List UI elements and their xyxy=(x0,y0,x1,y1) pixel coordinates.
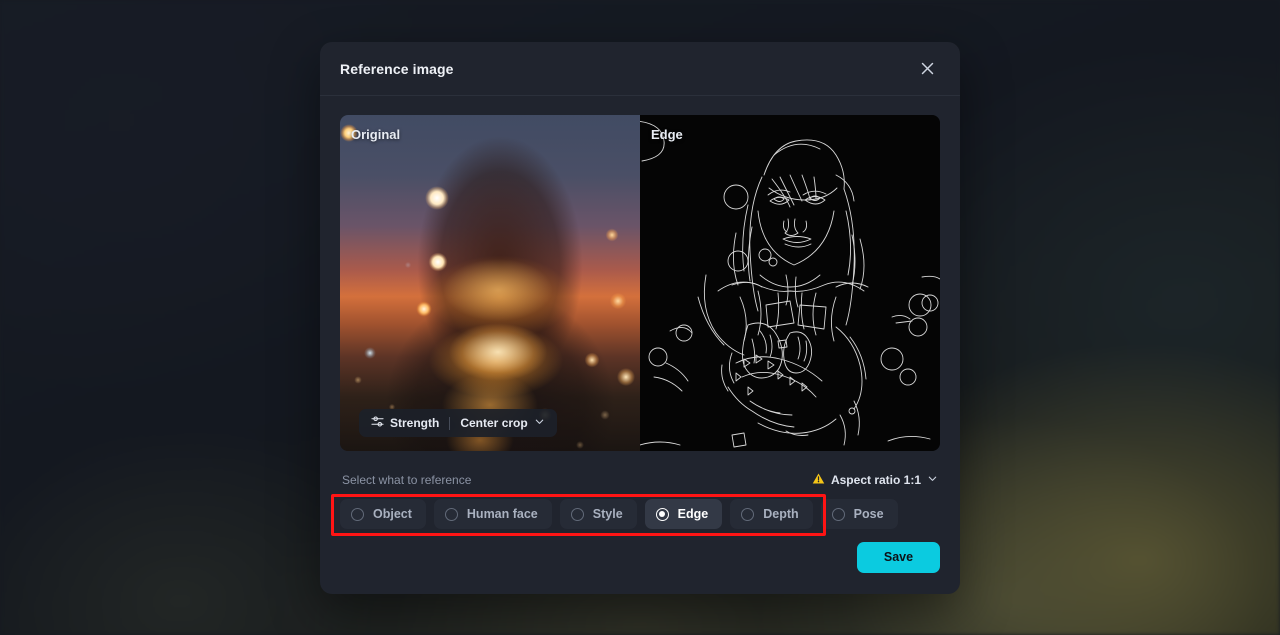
crop-mode-dropdown[interactable]: Center crop xyxy=(452,412,552,434)
aspect-ratio-dropdown[interactable]: Aspect ratio 1:1 xyxy=(812,472,938,488)
radio-dot xyxy=(745,511,751,517)
radio-icon xyxy=(444,507,458,521)
sliders-icon xyxy=(371,415,384,431)
preview-pane-original[interactable]: Original xyxy=(340,115,640,451)
strength-label: Strength xyxy=(390,416,440,430)
radio-icon xyxy=(741,507,755,521)
image-toolbar: Strength Center crop xyxy=(359,409,557,437)
radio-icon xyxy=(570,507,584,521)
dialog-footer: Save xyxy=(320,520,960,594)
toolbar-divider xyxy=(449,416,451,430)
chevron-down-icon xyxy=(534,416,545,430)
radio-dot xyxy=(659,511,666,517)
aspect-ratio-label: Aspect ratio 1:1 xyxy=(830,473,921,487)
dialog-header: Reference image xyxy=(320,42,960,96)
save-button[interactable]: Save xyxy=(857,541,940,573)
dialog-body: Original Edge Strength Center crop Selec… xyxy=(320,96,960,536)
options-header: Select what to reference Aspect ratio 1:… xyxy=(340,472,940,488)
radio-dot xyxy=(835,511,841,517)
original-image-bokeh-overlay xyxy=(340,115,640,451)
preview-pane-edge[interactable]: Edge xyxy=(640,115,940,451)
image-preview-container: Original Edge Strength Center crop xyxy=(340,115,940,451)
reference-image-dialog: Reference image Original Edge Strength C… xyxy=(320,42,960,594)
warning-triangle-icon xyxy=(812,472,825,488)
pane-label-edge: Edge xyxy=(651,127,683,142)
reference-type-label: Human face xyxy=(466,507,538,521)
radio-icon xyxy=(351,507,364,521)
crop-mode-label: Center crop xyxy=(460,416,528,430)
reference-type-label: Edge xyxy=(677,507,709,521)
reference-type-label: Pose xyxy=(853,507,884,521)
radio-dot xyxy=(448,511,454,517)
chevron-down-icon xyxy=(927,473,938,487)
strength-button[interactable]: Strength xyxy=(363,412,447,434)
edge-map-image xyxy=(640,115,940,451)
reference-type-label: Depth xyxy=(763,507,799,521)
radio-dot xyxy=(355,511,361,517)
pane-label-original: Original xyxy=(351,127,401,142)
close-icon[interactable] xyxy=(914,56,940,82)
options-label: Select what to reference xyxy=(342,473,472,487)
radio-icon xyxy=(831,507,845,521)
radio-dot xyxy=(574,511,580,517)
reference-type-label: Object xyxy=(373,507,412,521)
reference-type-label: Style xyxy=(592,507,623,521)
dialog-title: Reference image xyxy=(340,60,454,77)
radio-icon xyxy=(655,507,669,521)
